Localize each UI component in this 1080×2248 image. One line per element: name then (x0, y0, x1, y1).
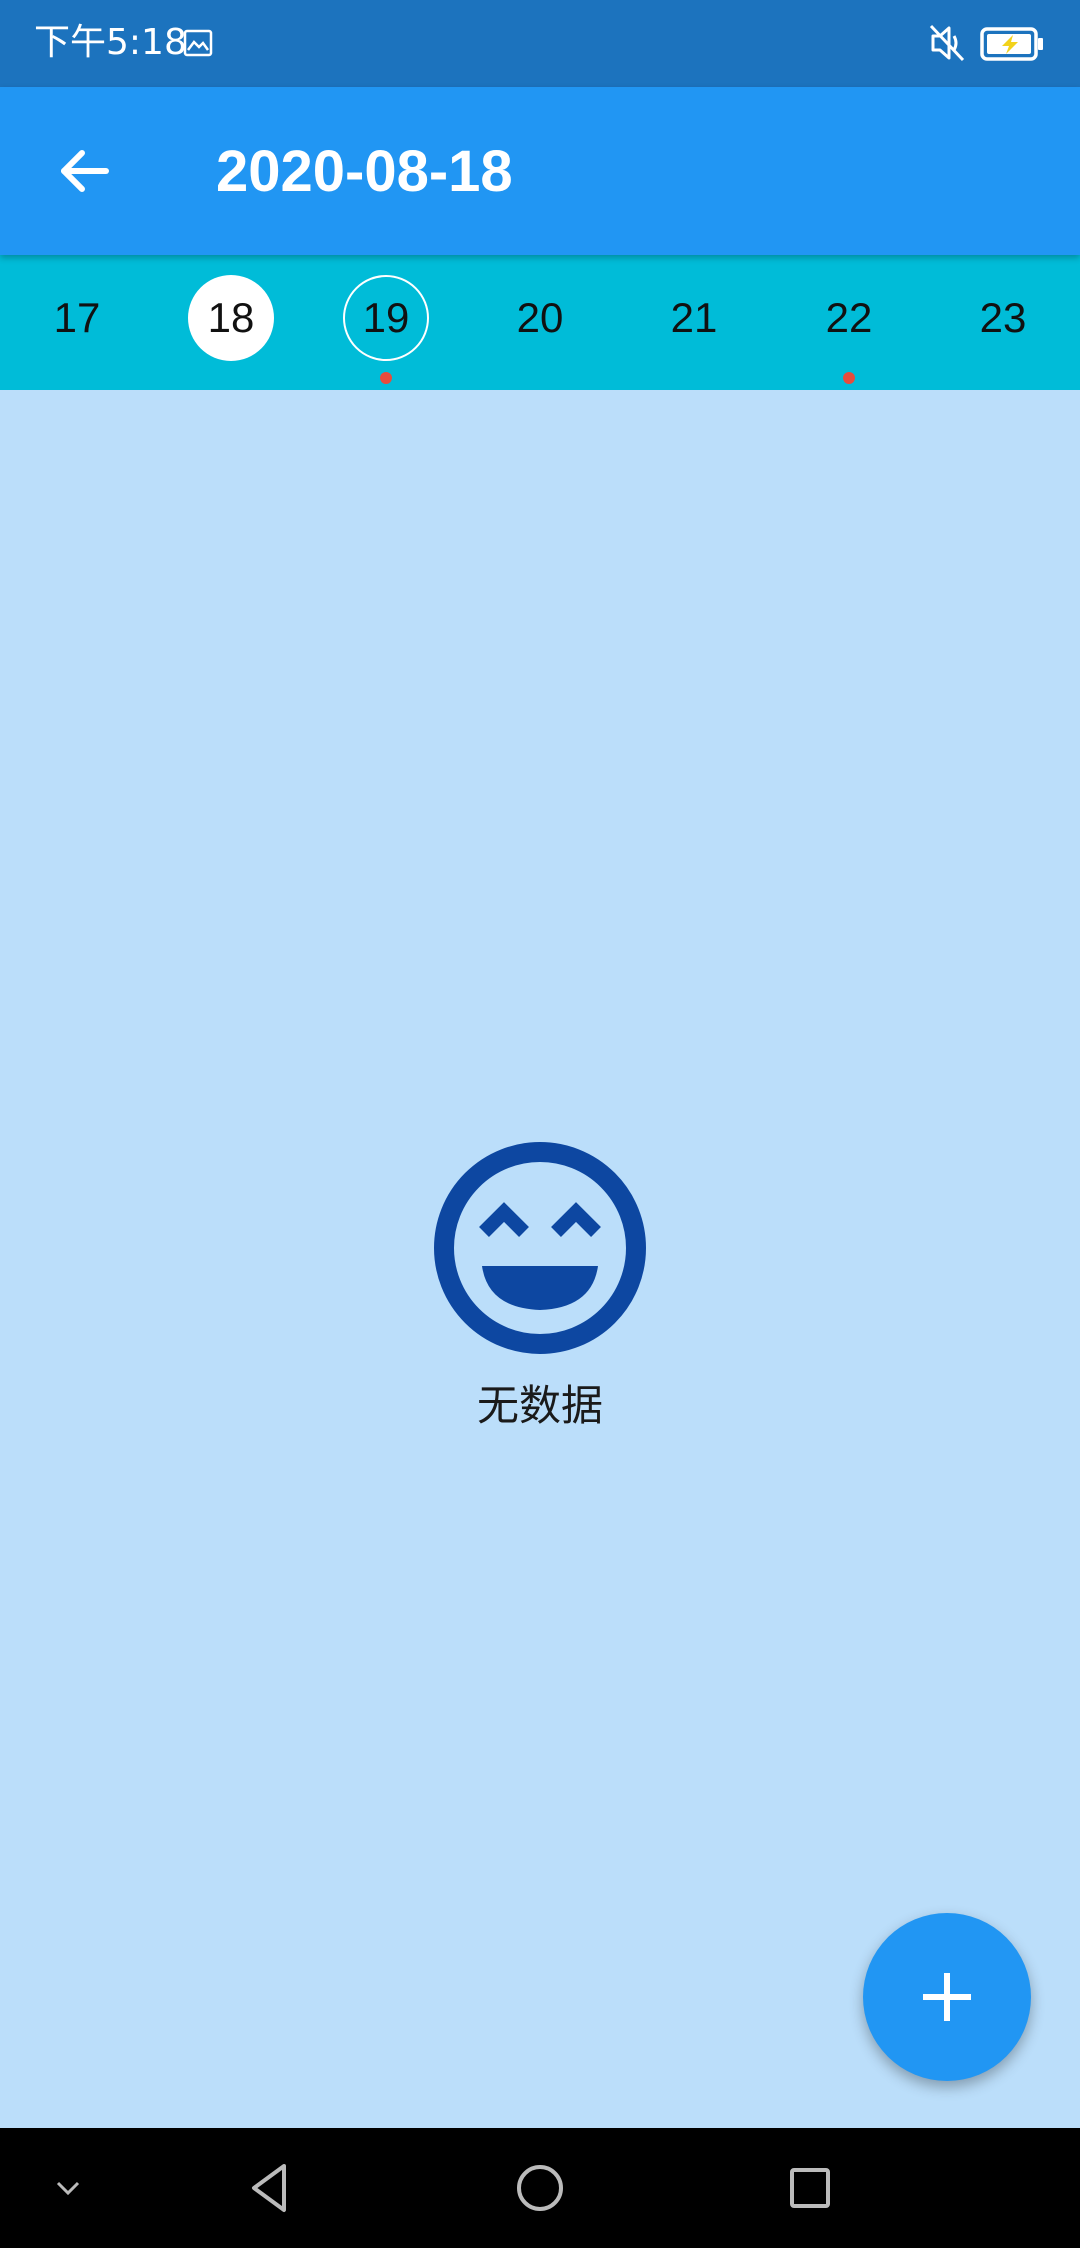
event-dot (843, 372, 855, 384)
back-button[interactable] (44, 131, 124, 211)
event-dot (380, 372, 392, 384)
date-item-21[interactable]: 21 (651, 275, 737, 361)
date-strip: 17 18 19 20 21 22 23 (0, 255, 1080, 390)
system-nav-bar (0, 2128, 1080, 2248)
back-triangle-icon (252, 2164, 286, 2212)
status-time: 下午5:18 (34, 22, 187, 63)
plus-icon (923, 1973, 971, 2021)
date-item-18[interactable]: 18 (188, 275, 274, 361)
date-item-23[interactable]: 23 (960, 275, 1046, 361)
status-bar: 下午5:18 (0, 0, 1080, 87)
home-circle-icon (517, 2165, 563, 2211)
recents-square-icon (790, 2168, 830, 2208)
nav-recents-button[interactable] (770, 2148, 850, 2228)
date-item-20[interactable]: 20 (497, 275, 583, 361)
chevron-down-icon (56, 2181, 80, 2196)
mute-icon (929, 24, 965, 62)
nav-back-button[interactable] (230, 2148, 310, 2228)
nav-home-button[interactable] (500, 2148, 580, 2228)
smiley-icon (434, 1142, 646, 1354)
date-item-19[interactable]: 19 (343, 275, 429, 361)
arrow-left-icon (61, 150, 109, 192)
empty-state: 无数据 (0, 1140, 1080, 1434)
date-item-17[interactable]: 17 (34, 275, 120, 361)
empty-label: 无数据 (476, 1381, 603, 1430)
app-bar: 2020-08-18 (0, 87, 1080, 255)
nav-hide-button[interactable] (28, 2148, 108, 2228)
page-title: 2020-08-18 (216, 139, 513, 204)
date-item-22[interactable]: 22 (806, 275, 892, 361)
image-icon (183, 29, 213, 57)
battery-charging-icon (980, 27, 1043, 61)
add-button[interactable] (863, 1913, 1031, 2081)
